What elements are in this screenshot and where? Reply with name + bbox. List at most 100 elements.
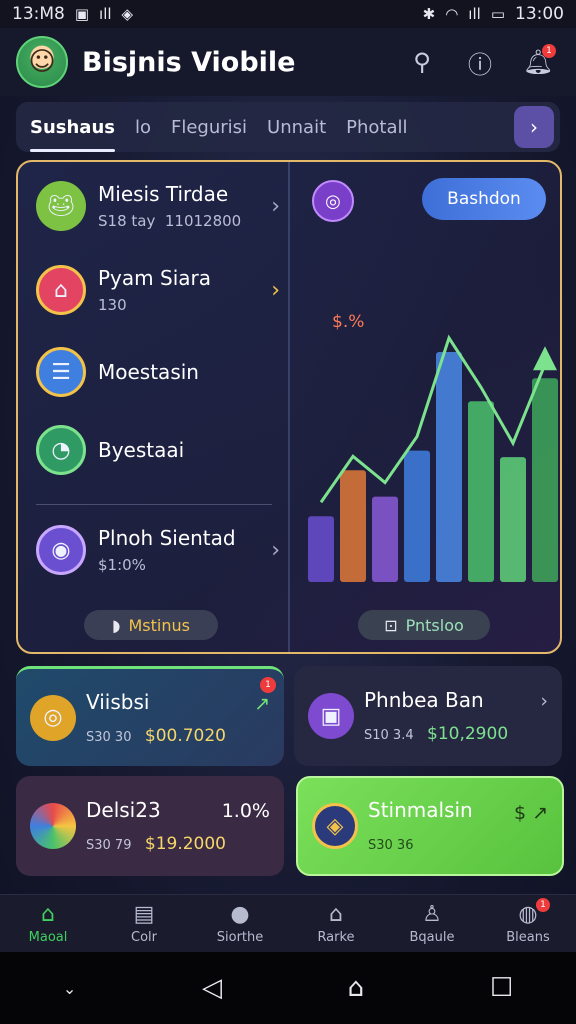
home-icon: ⌂ bbox=[41, 902, 55, 927]
menu-item-miesis[interactable]: 🐸︎ Miesis Tirdae S18 tay 11012800 › bbox=[36, 174, 286, 238]
chart-bar bbox=[436, 352, 462, 582]
card-amount: $10,2900 bbox=[427, 724, 509, 744]
hero-panel: 🐸︎ Miesis Tirdae S18 tay 11012800 › ⌂ Py… bbox=[16, 160, 562, 654]
app-header: ☺ Bisjnis Viobile ⚲ ⓘ 🔔︎ 1 bbox=[0, 28, 576, 96]
left-pill-button[interactable]: ◗ Mstinus bbox=[84, 610, 218, 640]
card-amount: $00.7020 bbox=[144, 725, 226, 746]
nav-label: Bleans bbox=[506, 930, 550, 945]
divider bbox=[288, 162, 290, 652]
alert-icon: ⓘ bbox=[468, 50, 492, 79]
card-phnbea[interactable]: ▣ Phnbea Ban S10 3.4 $10,2900 › bbox=[294, 666, 562, 766]
menu-label: Pyam Siara bbox=[98, 266, 211, 290]
right-pill-button[interactable]: ⊡ Pntsloo bbox=[358, 610, 490, 640]
tab-photall[interactable]: Photall bbox=[346, 111, 407, 144]
notifications-button[interactable]: 🔔︎ 1 bbox=[516, 40, 560, 84]
menu-sub-b: $1:0% bbox=[98, 556, 146, 574]
bag-icon: ⌂ bbox=[36, 265, 86, 315]
menu-label: Miesis Tirdae bbox=[98, 182, 229, 206]
nav-item-user[interactable]: ♙ Bqaule bbox=[392, 902, 472, 945]
tab-bar: Sushaus lo Flegurisi Unnait Photall › bbox=[16, 102, 560, 152]
search-icon: ⚲ bbox=[413, 48, 431, 76]
battery-icon: ▭ bbox=[490, 5, 505, 23]
chart-percent-label: $.% bbox=[332, 312, 365, 332]
card-side: 1.0% bbox=[221, 800, 270, 822]
status-time: 13:M8 bbox=[12, 4, 65, 24]
target-icon[interactable]: ◎ bbox=[312, 180, 354, 222]
card-sub: S30 79 $19.2000 bbox=[86, 834, 270, 854]
chevron-right-icon: › bbox=[530, 115, 538, 139]
avatar[interactable]: ☺ bbox=[16, 36, 68, 88]
bank-icon: ⌂ bbox=[329, 902, 343, 927]
nav-item-alerts[interactable]: ◍ Bleans 1 bbox=[488, 898, 568, 945]
user-icon: ♙ bbox=[422, 902, 442, 927]
card-sub: S30 36 bbox=[368, 834, 548, 854]
card-title: Viisbsi bbox=[86, 689, 150, 714]
menu-item-byestaai[interactable]: ◔ Byestaai bbox=[36, 418, 286, 482]
tab-unnait[interactable]: Unnait bbox=[267, 111, 326, 144]
nav-item-bank[interactable]: ⌂ Rarke bbox=[296, 902, 376, 945]
location-icon: ◈ bbox=[121, 5, 134, 23]
tab-lo[interactable]: lo bbox=[135, 111, 151, 144]
menu-sub-a: S18 tay bbox=[98, 212, 156, 230]
badge-icon: ◈ bbox=[312, 803, 358, 849]
card-side: ↗ bbox=[254, 693, 270, 715]
menu-item-plnoh[interactable]: ◉ Plnoh Sientad $1:0% › bbox=[36, 518, 286, 582]
menu-label: Moestasin bbox=[98, 360, 199, 384]
tab-flegurisi[interactable]: Flegurisi bbox=[171, 111, 247, 144]
menu-label: Byestaai bbox=[98, 438, 185, 462]
growth-chart bbox=[308, 334, 558, 582]
card-delsi[interactable]: Delsi23 S30 79 $19.2000 1.0% bbox=[16, 776, 284, 876]
cell-signal-icon: ıll bbox=[468, 5, 481, 23]
recents-icon[interactable]: ☐ bbox=[490, 973, 513, 1003]
chevron-down-icon[interactable]: ⌄ bbox=[63, 979, 76, 998]
notification-icon: ▣ bbox=[74, 5, 90, 23]
list-icon: ▤ bbox=[133, 902, 155, 927]
chart-bar bbox=[468, 401, 494, 582]
divider bbox=[36, 504, 272, 505]
nav-label: Colr bbox=[131, 930, 157, 945]
home-circle-icon[interactable]: ⌂ bbox=[348, 973, 365, 1003]
chevron-right-icon: › bbox=[271, 537, 280, 563]
nav-item-list[interactable]: ▤ Colr bbox=[104, 902, 184, 945]
chart-action-button[interactable]: Bashdon bbox=[422, 178, 546, 220]
search-button[interactable]: ⚲ bbox=[400, 40, 444, 84]
tab-sushaus[interactable]: Sushaus bbox=[30, 111, 115, 152]
alert-button[interactable]: ⓘ bbox=[458, 40, 502, 84]
card-viisbsi[interactable]: ◎ Viisbsi S30 30 $00.7020 ↗ 1 bbox=[16, 666, 284, 766]
chart-bar bbox=[500, 457, 526, 582]
menu-label: Plnoh Sientad bbox=[98, 526, 236, 550]
chevron-right-icon: › bbox=[271, 193, 280, 219]
nav-item-chat[interactable]: ● Siorthe bbox=[200, 902, 280, 945]
clock-icon: ◔ bbox=[36, 425, 86, 475]
left-pill-label: Mstinus bbox=[128, 615, 190, 635]
back-icon[interactable]: ◁ bbox=[202, 973, 222, 1003]
nav-badge: 1 bbox=[536, 898, 550, 912]
chart-bar bbox=[308, 516, 334, 582]
status-right-time: 13:00 bbox=[515, 4, 564, 24]
coins-icon: ◎ bbox=[30, 694, 76, 741]
card-side: $ ↗ bbox=[513, 802, 548, 824]
shield-icon: ◉ bbox=[36, 525, 86, 575]
right-pill-label: Pntsloo bbox=[405, 615, 464, 635]
menu-item-moestasin[interactable]: ☰ Moestasin bbox=[36, 340, 286, 404]
card-sub: S30 30 $00.7020 bbox=[86, 726, 270, 746]
menu-item-pyam[interactable]: ⌂ Pyam Siara 130 › bbox=[36, 258, 286, 322]
tabs-next-button[interactable]: › bbox=[514, 106, 554, 148]
card-small: S10 3.4 bbox=[364, 728, 414, 743]
chevron-right-icon: › bbox=[271, 277, 280, 303]
nav-label: Maoal bbox=[28, 930, 68, 945]
nav-item-home[interactable]: ⌂ Maoal bbox=[8, 902, 88, 945]
card-small: S30 30 bbox=[86, 729, 132, 745]
wifi-icon: ◠ bbox=[445, 5, 459, 23]
card-stinmalsin[interactable]: ◈ Stinmalsin S30 36 $ ↗ bbox=[296, 776, 564, 876]
chat-icon: ● bbox=[230, 902, 250, 927]
frog-icon: 🐸︎ bbox=[36, 181, 86, 231]
document-icon: ☰ bbox=[36, 347, 86, 397]
card-small: S30 36 bbox=[368, 838, 414, 853]
globe-icon bbox=[30, 803, 76, 849]
chart-bar bbox=[340, 470, 366, 582]
menu-sub-b: 11012800 bbox=[164, 212, 242, 230]
leaf-icon: ◗ bbox=[112, 615, 121, 635]
menu-list: 🐸︎ Miesis Tirdae S18 tay 11012800 › ⌂ Py… bbox=[18, 162, 288, 652]
nav-label: Bqaule bbox=[409, 930, 455, 945]
